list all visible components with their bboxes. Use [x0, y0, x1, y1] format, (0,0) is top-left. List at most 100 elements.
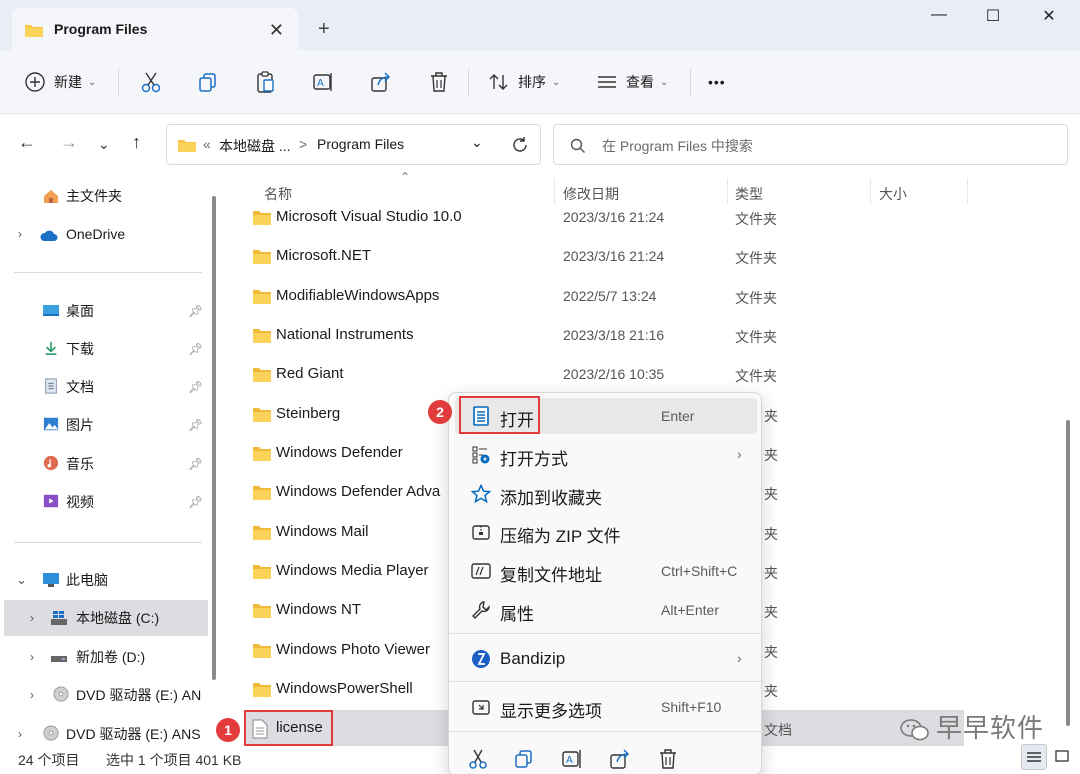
sidebar-label: OneDrive — [66, 226, 126, 242]
tiles-view-button[interactable] — [1050, 744, 1076, 770]
forward-arrow-icon[interactable]: → — [60, 132, 78, 153]
title-bar: Program Files ✕ + — ☐ ✕ — [0, 0, 1080, 50]
rename-icon[interactable]: A — [312, 70, 334, 94]
sidebar-item-onedrive[interactable]: › OneDrive — [0, 216, 204, 252]
more-options-button[interactable]: ••• — [708, 70, 726, 94]
chevron-right-icon[interactable]: › — [30, 611, 34, 625]
details-view-button[interactable] — [1021, 744, 1047, 770]
menu-item-open-with[interactable]: 打开方式 › — [455, 437, 757, 473]
column-divider[interactable] — [967, 178, 968, 204]
menu-item-bandizip[interactable]: Bandizip › — [455, 641, 757, 677]
menu-item-show-more-options[interactable]: 显示更多选项 Shift+F10 — [455, 689, 757, 725]
pictures-icon — [43, 417, 59, 431]
folder-icon — [253, 408, 271, 422]
wrench-icon — [472, 601, 490, 619]
chevron-right-icon[interactable]: › — [18, 227, 22, 241]
copy-path-icon — [471, 563, 491, 579]
search-input[interactable]: 在 Program Files 中搜索 — [602, 136, 753, 156]
sidebar-scrollbar[interactable] — [212, 196, 216, 680]
breadcrumb-program-files[interactable]: Program Files — [317, 136, 404, 152]
sidebar-item-documents[interactable]: 文档 📌︎ — [0, 369, 204, 405]
file-date: 2023/3/16 21:24 — [563, 248, 665, 264]
file-row[interactable]: National Instruments 2023/3/18 21:16 文件夹 — [244, 316, 964, 355]
chevron-right-icon[interactable]: › — [30, 688, 34, 702]
copy-icon[interactable] — [197, 70, 219, 94]
view-list-icon — [598, 76, 616, 88]
new-tab-button[interactable]: + — [318, 18, 330, 41]
menu-item-copy-path[interactable]: 复制文件地址 Ctrl+Shift+C — [455, 553, 757, 589]
back-arrow-icon[interactable]: ← — [18, 132, 36, 153]
sidebar-item-videos[interactable]: 视频 📌︎ — [0, 484, 204, 520]
menu-item-compress-zip[interactable]: 压缩为 ZIP 文件 — [455, 514, 757, 550]
tab-program-files[interactable]: Program Files ✕ — [12, 8, 298, 50]
minimize-button[interactable]: — — [914, 6, 964, 32]
file-row[interactable]: Red Giant 2023/2/16 10:35 文件夹 — [244, 355, 964, 394]
file-name: Windows Defender Adva — [276, 483, 441, 500]
sidebar-item-drive-d[interactable]: › 新加卷 (D:) — [0, 639, 204, 675]
sort-button[interactable]: 排序 ⌄ — [488, 70, 560, 94]
recent-locations-chevron-icon[interactable]: ⌄ — [98, 136, 110, 153]
overflow-chevron[interactable]: « — [203, 136, 211, 152]
context-menu: 打开 Enter 打开方式 › 添加到收藏夹 压缩为 ZIP 文件 复制文件地址… — [448, 392, 763, 774]
chevron-right-icon[interactable]: › — [18, 727, 22, 741]
sidebar-item-music[interactable]: 音乐 📌︎ — [0, 446, 204, 482]
pin-icon[interactable]: 📌︎ — [188, 418, 203, 432]
paste-icon[interactable] — [255, 70, 277, 94]
search-box[interactable]: 在 Program Files 中搜索 — [553, 124, 1068, 165]
sidebar-item-downloads[interactable]: 下载 📌︎ — [0, 331, 204, 367]
file-row[interactable]: Microsoft.NET 2023/3/16 21:24 文件夹 — [244, 237, 964, 276]
sidebar-item-this-pc[interactable]: ⌄ 此电脑 — [0, 562, 204, 598]
cut-icon[interactable] — [140, 70, 162, 94]
file-name: Steinberg — [276, 405, 341, 422]
sidebar-item-desktop[interactable]: 桌面 📌︎ — [0, 293, 204, 329]
sidebar-item-home[interactable]: 主文件夹 — [0, 178, 204, 214]
share-icon[interactable] — [609, 748, 631, 770]
sidebar-item-pictures[interactable]: 图片 📌︎ — [0, 407, 204, 443]
pin-icon[interactable]: 📌︎ — [188, 457, 203, 471]
sidebar-item-dvd-e[interactable]: › DVD 驱动器 (E:) AN — [0, 677, 204, 713]
chevron-down-icon: ⌄ — [88, 76, 97, 88]
chevron-down-icon[interactable]: ⌄ — [16, 572, 27, 588]
maximize-button[interactable]: ☐ — [968, 6, 1018, 32]
sidebar-item-dvd-e-2[interactable]: › DVD 驱动器 (E:) ANS — [0, 716, 204, 752]
address-history-chevron-icon[interactable]: ⌄ — [471, 134, 483, 151]
chevron-right-icon[interactable]: › — [30, 650, 34, 664]
file-type: 夹 — [764, 565, 778, 581]
file-type: 文档 — [764, 722, 792, 738]
breadcrumb-local-disk[interactable]: 本地磁盘 ... — [219, 136, 291, 156]
file-row[interactable]: ModifiableWindowsApps 2022/5/7 13:24 文件夹 — [244, 277, 964, 316]
close-tab-icon[interactable]: ✕ — [269, 20, 284, 41]
pin-icon[interactable]: 📌︎ — [188, 304, 203, 318]
new-button[interactable]: 新建 ⌄ — [24, 70, 96, 94]
pin-icon[interactable]: 📌︎ — [188, 380, 203, 394]
share-icon[interactable] — [370, 70, 392, 94]
up-arrow-icon[interactable]: ↑ — [132, 132, 141, 153]
delete-icon[interactable] — [657, 748, 679, 770]
folder-icon — [253, 250, 271, 264]
status-selection: 选中 1 个项目 401 KB — [106, 752, 242, 768]
view-button[interactable]: 查看 ⌄ — [596, 70, 668, 94]
pin-icon[interactable]: 📌︎ — [188, 342, 203, 356]
sidebar-label: 本地磁盘 (C:) — [76, 610, 160, 626]
file-list-scrollbar[interactable] — [1066, 420, 1070, 726]
close-window-button[interactable]: ✕ — [1024, 6, 1074, 32]
menu-item-properties[interactable]: 属性 Alt+Enter — [455, 592, 757, 628]
menu-item-add-favorite[interactable]: 添加到收藏夹 — [455, 476, 757, 512]
file-type: 文件夹 — [735, 290, 777, 306]
refresh-icon[interactable] — [511, 136, 529, 154]
cut-icon[interactable] — [467, 748, 489, 770]
chevron-down-icon: ⌄ — [552, 76, 561, 88]
file-name: Microsoft Visual Studio 10.0 — [276, 208, 462, 225]
sort-label: 排序 — [518, 74, 546, 90]
folder-icon — [253, 447, 271, 461]
address-bar[interactable]: « 本地磁盘 ... > Program Files ⌄ — [166, 124, 541, 165]
sidebar-item-drive-c[interactable]: › 本地磁盘 (C:) — [4, 600, 208, 636]
pin-icon[interactable]: 📌︎ — [188, 495, 203, 509]
divider — [14, 542, 202, 543]
delete-icon[interactable] — [428, 70, 450, 94]
menu-label: 显示更多选项 — [500, 702, 602, 721]
folder-icon — [253, 486, 271, 500]
rename-icon[interactable]: A — [561, 748, 583, 770]
file-row[interactable]: Microsoft Visual Studio 10.0 2023/3/16 2… — [244, 198, 964, 237]
copy-icon[interactable] — [513, 748, 535, 770]
